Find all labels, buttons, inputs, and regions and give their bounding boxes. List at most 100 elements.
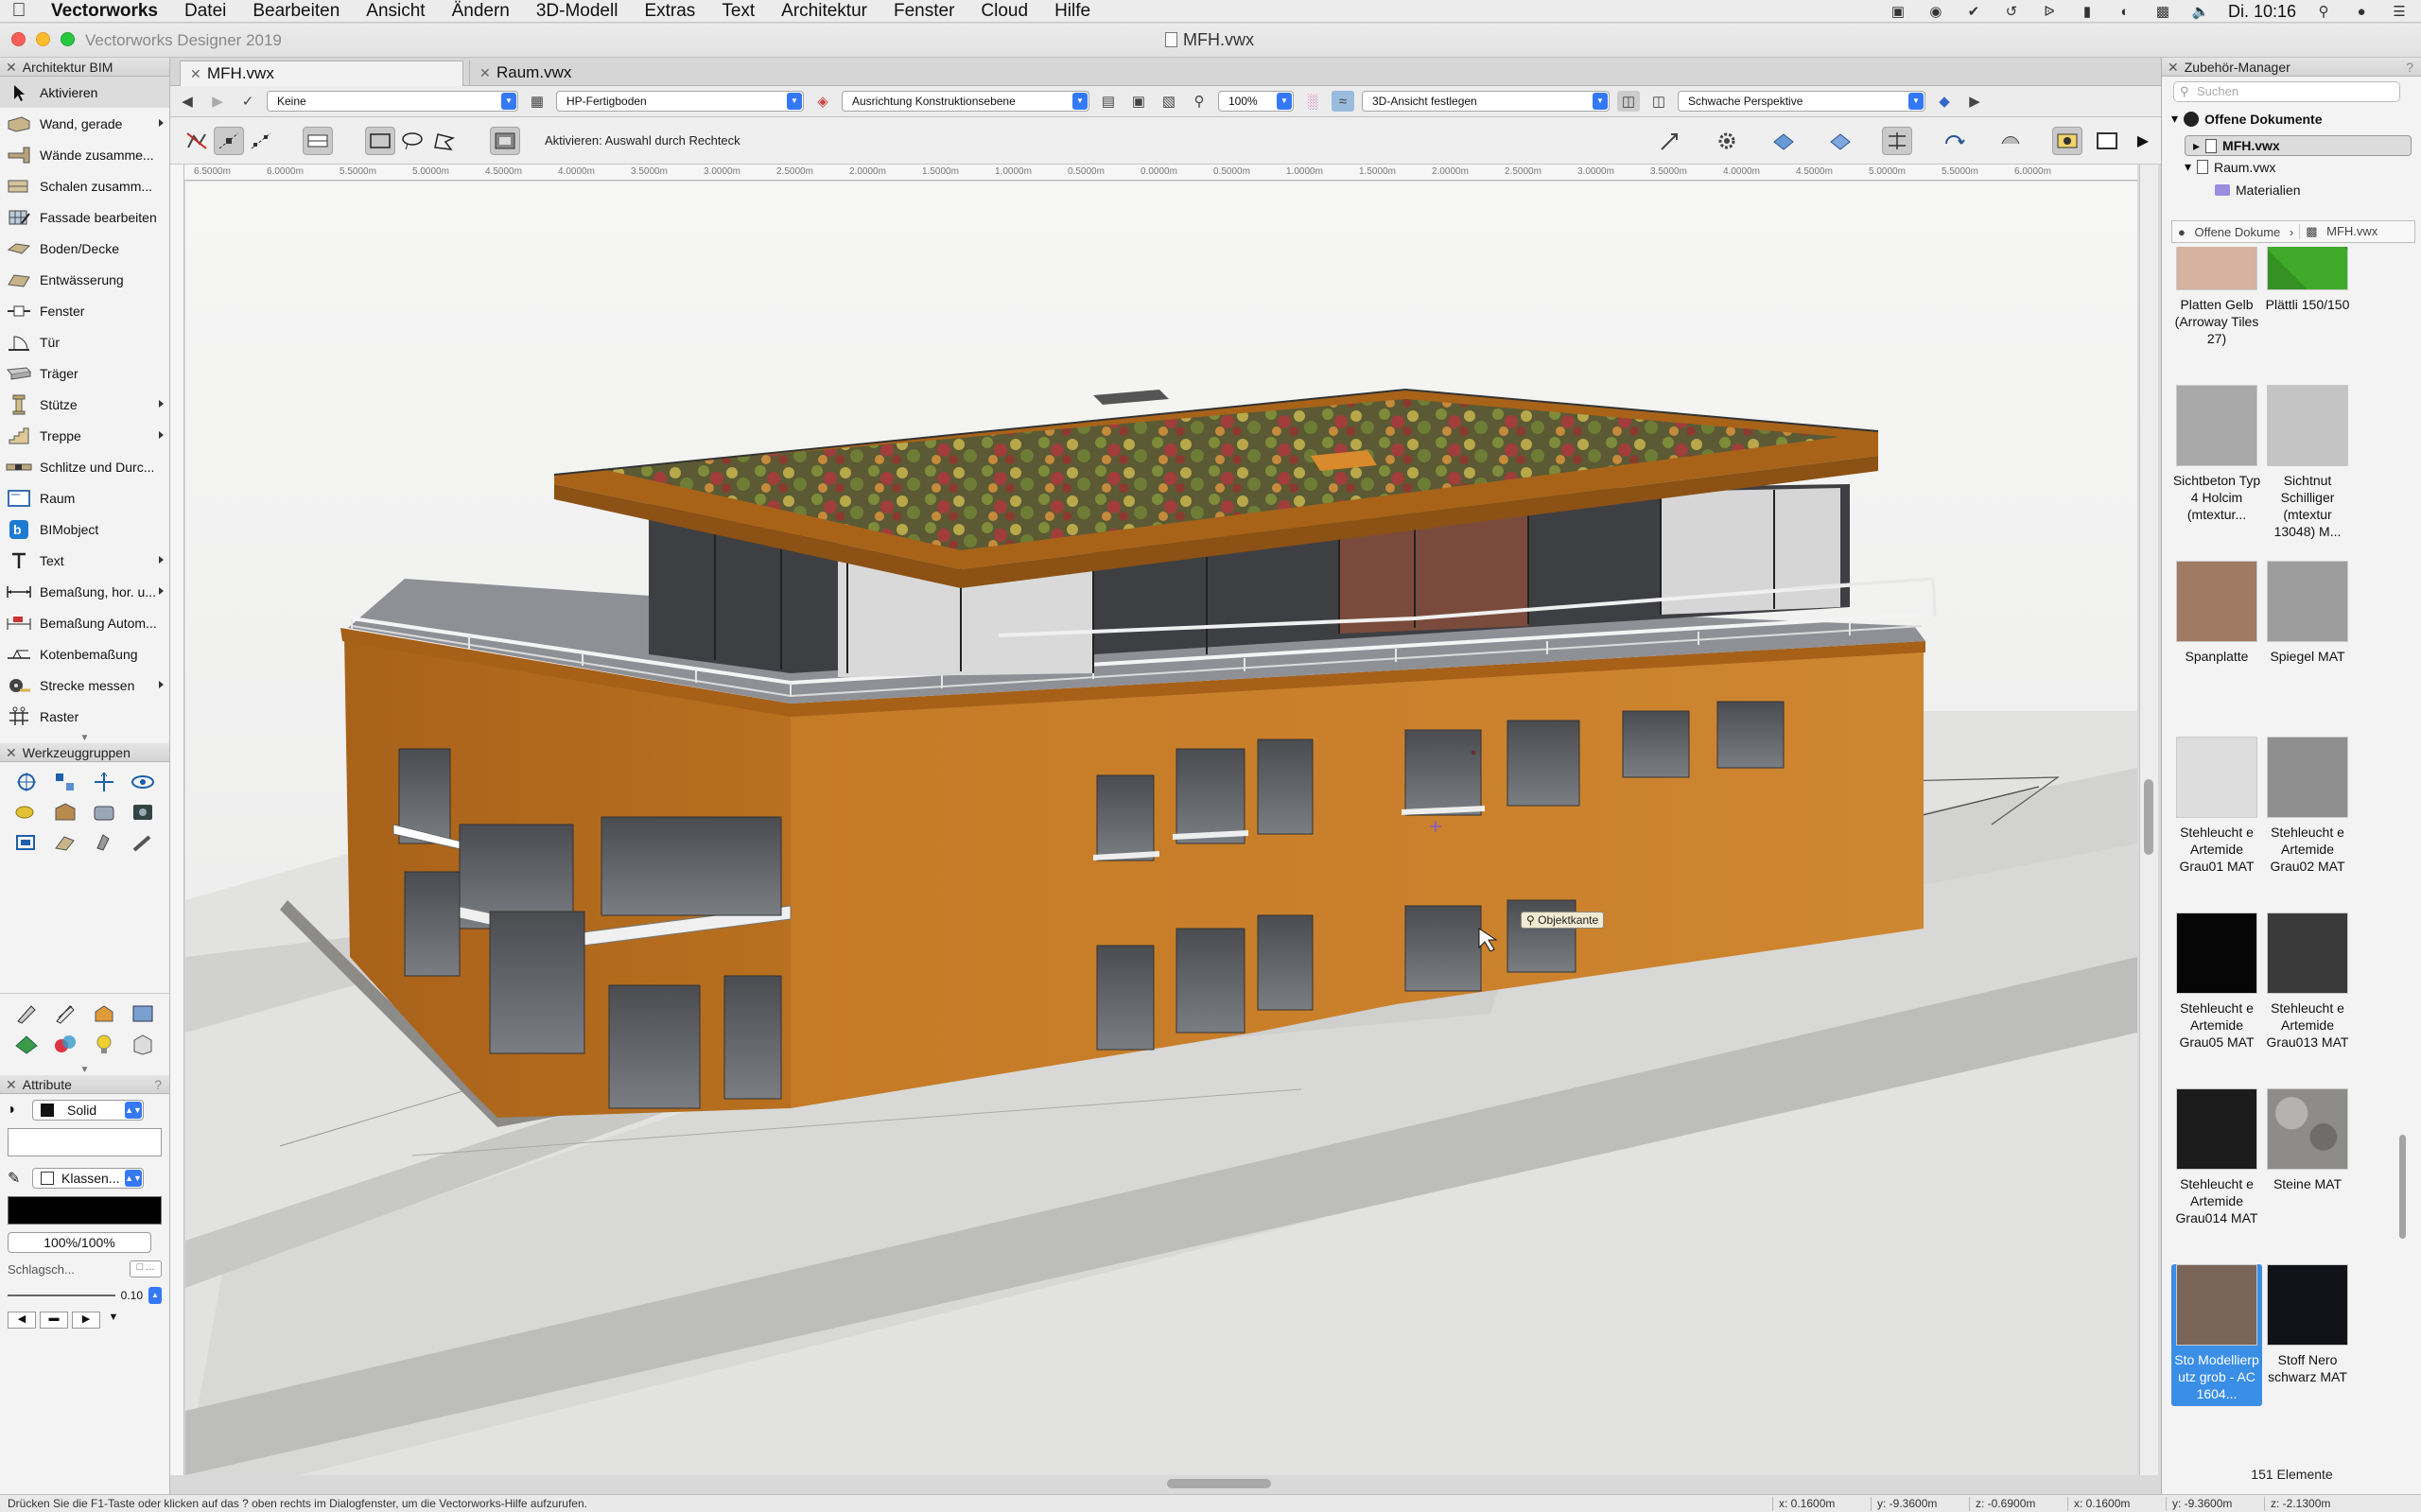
layer-stack-icon[interactable]: ▦ <box>526 91 549 112</box>
menu-text[interactable]: Text <box>708 1 768 22</box>
visual-effects-icon[interactable] <box>2052 127 2082 155</box>
drawing-area[interactable]: ⚲ Objektkante <box>185 182 2137 1475</box>
disclosure-down-icon[interactable]: ▾ <box>2171 111 2178 127</box>
machine-set-icon[interactable] <box>128 830 158 855</box>
menu-ansicht[interactable]: Ansicht <box>353 1 438 22</box>
layer-select[interactable]: HP-Fertigboden ▼ <box>556 91 804 112</box>
background-icon[interactable] <box>2092 127 2122 155</box>
close-tab-icon[interactable]: ✕ <box>190 61 201 86</box>
tool-raster[interactable]: Raster <box>0 701 169 732</box>
object-snap-icon[interactable] <box>1825 127 1855 155</box>
single-object-mode-icon[interactable] <box>214 127 244 155</box>
transform-mode-icon[interactable] <box>303 127 333 155</box>
help-icon[interactable]: ? <box>2406 58 2413 77</box>
detailing-set-icon[interactable] <box>128 800 158 825</box>
layer-snap-icon[interactable] <box>1768 127 1799 155</box>
line-weight-stepper[interactable]: ▲ <box>148 1287 162 1304</box>
projection-select[interactable]: Schwache Perspektive ▼ <box>1678 91 1925 112</box>
edit-set-icon[interactable] <box>50 1001 80 1026</box>
furniture-set-icon[interactable] <box>89 800 119 825</box>
rotate-view-icon[interactable]: ▣ <box>1127 91 1150 112</box>
disable-interactive-icon[interactable] <box>182 127 212 155</box>
building-shell-set-icon[interactable] <box>50 800 80 825</box>
dimension-set-icon[interactable] <box>50 770 80 794</box>
landmark-set-icon[interactable] <box>11 1032 42 1056</box>
rotation-icon[interactable] <box>1939 127 1969 155</box>
fill-color-preview[interactable] <box>8 1128 162 1156</box>
resource-scroll-thumb[interactable] <box>2399 1135 2406 1239</box>
tool-bemassung-autom[interactable]: Bemaßung Autom... <box>0 607 169 638</box>
close-palette-icon[interactable]: ✕ <box>2168 60 2179 75</box>
activate-settings-icon[interactable] <box>490 127 520 155</box>
close-window-button[interactable] <box>11 32 26 46</box>
disclosure-down-icon[interactable]: ▾ <box>2185 159 2191 175</box>
display-icon[interactable]: ▩ <box>2152 4 2173 20</box>
tool-raum[interactable]: Raum <box>0 482 169 513</box>
palette-resize-grip[interactable]: ▼ <box>0 732 169 743</box>
tool-text[interactable]: Text <box>0 545 169 576</box>
menu-cloud[interactable]: Cloud <box>967 1 1041 22</box>
tool-traeger[interactable]: Träger <box>0 357 169 389</box>
tool-entwaesserung[interactable]: Entwässerung <box>0 264 169 295</box>
more-options-icon[interactable]: ▶ <box>1963 91 1986 112</box>
site-planning-set-icon[interactable] <box>11 800 42 825</box>
notification-center-icon[interactable]: ☰ <box>2389 4 2410 20</box>
menu-extras[interactable]: Extras <box>631 1 708 22</box>
arrow-line-button[interactable]: ▬ <box>40 1312 68 1329</box>
tool-wand-gerade[interactable]: Wand, gerade <box>0 108 169 139</box>
wifi-icon[interactable]: ◐ <box>2115 4 2135 20</box>
pencil-set-icon[interactable] <box>11 1001 42 1026</box>
tool-palette-header[interactable]: ✕ Architektur BIM <box>0 58 169 77</box>
resource-item[interactable]: Sto Modellierp utz grob - AC 1604... <box>2171 1264 2262 1406</box>
path-root[interactable]: ● Offene Dokume › <box>2172 225 2299 239</box>
help-icon[interactable]: ? <box>154 1075 162 1094</box>
tool-bimobject[interactable]: b BIMobject <box>0 513 169 545</box>
volume-icon[interactable]: 🔈 <box>2190 4 2211 20</box>
tool-stuetze[interactable]: Stütze <box>0 389 169 420</box>
resource-item[interactable]: Stehleucht e Artemide Grau01 MAT <box>2171 737 2262 875</box>
horizontal-scroll-thumb[interactable] <box>1167 1479 1271 1488</box>
menu-clock[interactable]: Di. 10:16 <box>2228 2 2296 22</box>
tool-schlitze[interactable]: Schlitze und Durc... <box>0 451 169 482</box>
zoom-select[interactable]: 100% ▼ <box>1218 91 1294 112</box>
close-palette-icon[interactable]: ✕ <box>6 60 17 75</box>
pen-style-select[interactable]: Klassen... ▲▼ <box>32 1168 144 1189</box>
lighting-set-icon[interactable] <box>89 830 119 855</box>
clip-cube-icon[interactable]: ◆ <box>1933 91 1956 112</box>
battery-icon[interactable]: ▮ <box>2077 4 2098 20</box>
resource-item[interactable]: Spanplatte <box>2171 561 2262 665</box>
tool-strecke-messen[interactable]: Strecke messen <box>0 669 169 701</box>
resource-item[interactable]: Platten Gelb (Arroway Tiles 27) <box>2171 247 2262 347</box>
shadow-options-button[interactable]: □ ... <box>130 1260 162 1277</box>
resource-item[interactable]: Spiegel MAT <box>2262 561 2353 665</box>
resource-item[interactable]: Stoff Nero schwarz MAT <box>2262 1264 2353 1385</box>
align-snap-icon[interactable] <box>1882 127 1912 155</box>
light-set-icon[interactable] <box>89 1032 119 1056</box>
class-select[interactable]: Keine ▼ <box>267 91 518 112</box>
zoom-icon[interactable]: ⚲ <box>1188 91 1210 112</box>
spaces-set-icon[interactable] <box>50 830 80 855</box>
close-palette-icon[interactable]: ✕ <box>6 1077 17 1092</box>
tool-boden-decke[interactable]: Boden/Decke <box>0 233 169 264</box>
plane-icon[interactable]: ◈ <box>811 91 834 112</box>
tree-doc-mfh[interactable]: ▸ MFH.vwx <box>2185 135 2412 156</box>
rectangle-marquee-icon[interactable] <box>365 127 395 155</box>
close-tab-icon[interactable]: ✕ <box>479 61 491 85</box>
tree-open-documents[interactable]: ▾ Offene Dokumente <box>2171 111 2323 127</box>
menu-aendern[interactable]: Ändern <box>439 1 523 22</box>
basic-tools-icon[interactable] <box>11 770 42 794</box>
bluetooth-icon[interactable]: ᐉ <box>2039 4 2060 20</box>
resource-manager-header[interactable]: ✕ Zubehör-Manager? <box>2162 58 2421 77</box>
navigation-icon[interactable]: ✓ <box>236 91 259 112</box>
siri-icon[interactable]: ● <box>2351 4 2372 20</box>
layer-options-icon[interactable]: ◫ <box>1647 91 1670 112</box>
vertical-ruler[interactable] <box>170 165 184 1475</box>
vertical-scrollbar[interactable] <box>2139 165 2158 1475</box>
lighting-options-icon[interactable] <box>1995 127 2026 155</box>
flyover-icon[interactable]: ▧ <box>1158 91 1180 112</box>
render-set-icon[interactable] <box>50 1032 80 1056</box>
standard-view-icon[interactable]: ▤ <box>1097 91 1120 112</box>
resource-item[interactable]: Stehleucht e Artemide Grau013 MAT <box>2262 912 2353 1051</box>
screen-record-icon[interactable]: ▣ <box>1888 4 1908 20</box>
gear-icon[interactable] <box>1712 127 1742 155</box>
